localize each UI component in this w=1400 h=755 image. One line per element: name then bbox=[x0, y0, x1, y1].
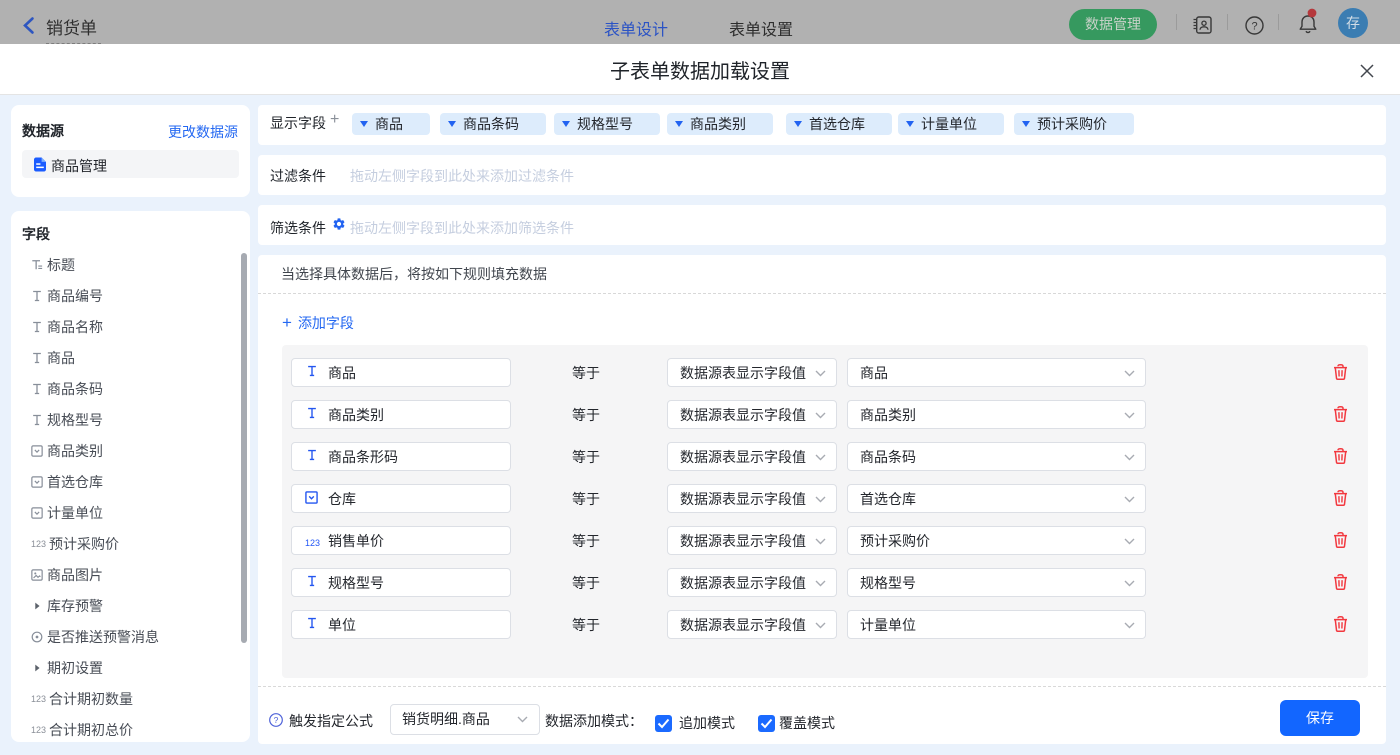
svg-text:?: ? bbox=[1251, 21, 1257, 33]
svg-text:?: ? bbox=[274, 715, 279, 725]
